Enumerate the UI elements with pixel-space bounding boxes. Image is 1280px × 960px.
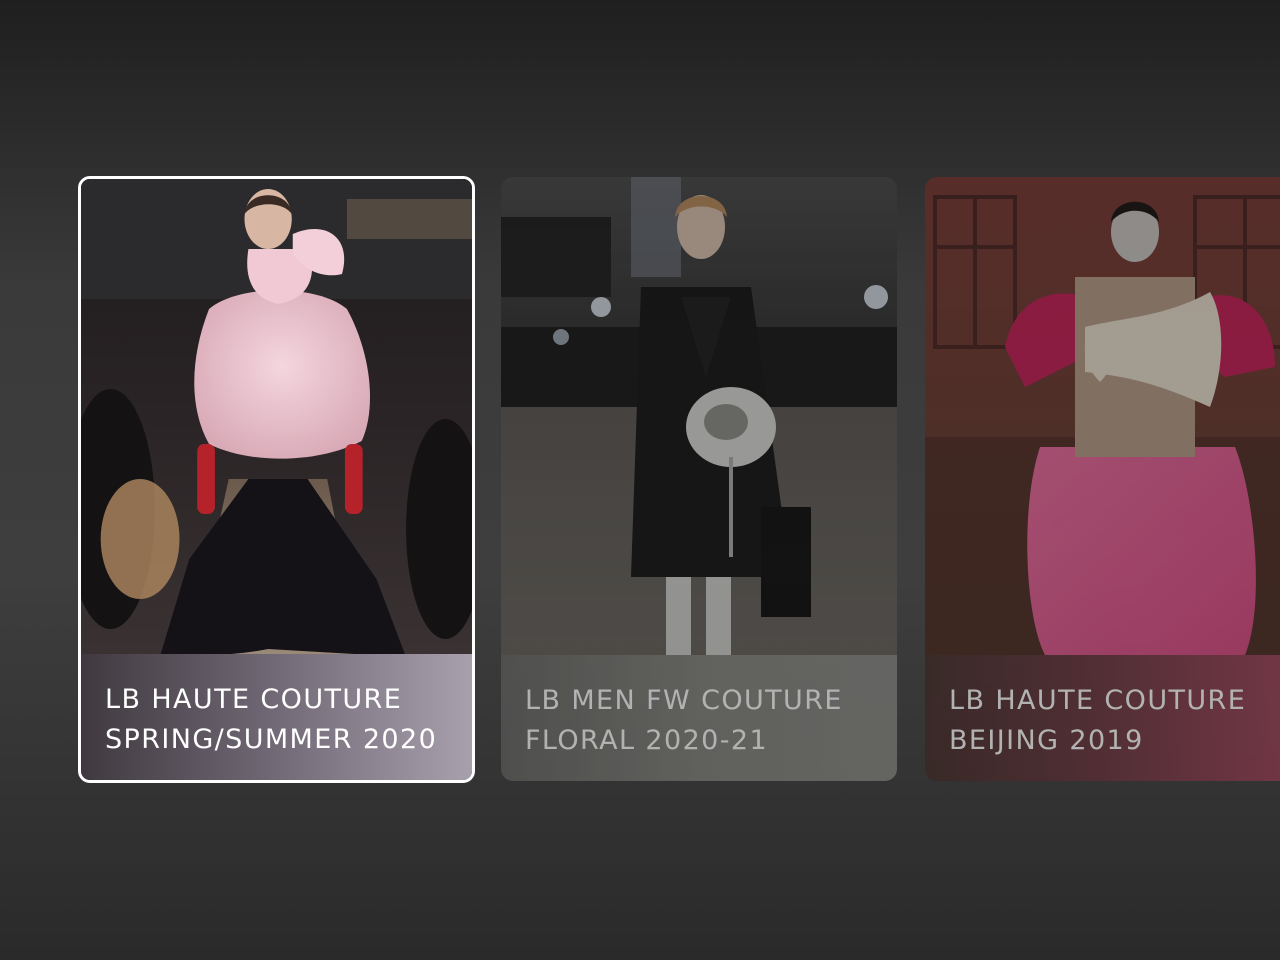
collection-card-men-fw-floral[interactable]: LB MEN FW COUTURE FLORAL 2020-21	[501, 177, 897, 781]
card-caption: LB HAUTE COUTURE BEIJING 2019	[925, 655, 1280, 781]
card-caption: LB MEN FW COUTURE FLORAL 2020-21	[501, 655, 897, 781]
runway-photo-pink-blouse	[81, 179, 472, 657]
card-caption: LB HAUTE COUTURE SPRING/SUMMER 2020	[81, 654, 472, 780]
card-title-line-2: SPRING/SUMMER 2020	[105, 724, 438, 755]
collection-card-haute-couture-beijing[interactable]: LB HAUTE COUTURE BEIJING 2019	[925, 177, 1280, 781]
card-title-line-1: LB MEN FW COUTURE	[525, 685, 843, 716]
card-title-line-2: FLORAL 2020-21	[525, 725, 769, 756]
collection-card-haute-couture-ss2020[interactable]: LB HAUTE COUTURE SPRING/SUMMER 2020	[78, 176, 475, 783]
runway-photo-floral-coat	[501, 177, 897, 655]
collection-carousel: LB HAUTE COUTURE SPRING/SUMMER 2020 LB M…	[0, 0, 1280, 960]
card-title-line-1: LB HAUTE COUTURE	[105, 684, 403, 715]
card-title-line-2: BEIJING 2019	[949, 725, 1144, 756]
runway-photo-pink-bow-gown	[925, 177, 1280, 655]
card-title-line-1: LB HAUTE COUTURE	[949, 685, 1247, 716]
